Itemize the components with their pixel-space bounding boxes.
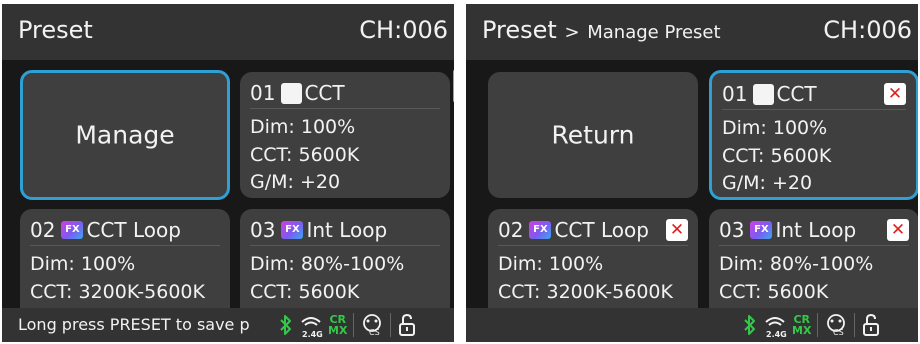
preset-name: Int Loop (306, 218, 388, 242)
preset-number: 02 (498, 218, 524, 242)
preset-card-header: 03 FX Int Loop (250, 215, 440, 246)
unlock-icon (861, 313, 881, 337)
preset-number: 01 (250, 81, 276, 105)
preset-cct: CCT: 5600K (719, 281, 829, 303)
manage-preset-screen: Preset > Manage Preset CH:006 Return 01 … (466, 4, 918, 342)
crmx-icon: CR MX (792, 313, 812, 337)
crmx-icon: CR MX (328, 313, 348, 337)
status-bar: 2.4G CR MX CS (466, 308, 918, 342)
svg-text:CS: CS (369, 328, 380, 337)
channel-indicator: CH:006 (823, 16, 912, 44)
bluetooth-icon (278, 313, 294, 337)
divider (353, 313, 355, 337)
delete-icon[interactable]: ✕ (884, 83, 906, 105)
wifi-2g4-icon: 2.4G (764, 313, 787, 339)
scrollbar[interactable] (453, 70, 454, 102)
white-swatch-icon (753, 83, 775, 105)
preset-card-header: 02 FX CCT Loop (30, 215, 220, 246)
wifi-2g4-icon: 2.4G (300, 313, 323, 339)
preset-card-header: 02 FX CCT Loop ✕ (498, 215, 688, 246)
divider (854, 313, 856, 337)
delete-icon[interactable]: ✕ (887, 219, 909, 241)
preset-gm: G/M: +20 (722, 172, 813, 194)
divider (390, 313, 392, 337)
dmx-icon: CS (824, 313, 848, 337)
preset-name: CCT (304, 81, 345, 105)
preset-name: CCT Loop (554, 218, 649, 242)
preset-number: 01 (722, 82, 748, 106)
save-hint-text: Long press PRESET to save p (18, 315, 250, 334)
preset-screen: Preset CH:006 Manage 01 CCT Dim: 100% CC… (2, 4, 454, 342)
preset-name: Int Loop (775, 218, 857, 242)
svg-text:CS: CS (833, 328, 844, 337)
preset-cct: CCT: 3200K-5600K (30, 281, 205, 303)
preset-name: CCT Loop (86, 218, 181, 242)
preset-dim: Dim: 80%-100% (719, 253, 874, 275)
breadcrumb-current: Manage Preset (587, 22, 721, 43)
channel-indicator: CH:006 (359, 16, 448, 44)
preset-dim: Dim: 100% (250, 116, 356, 138)
delete-icon[interactable]: ✕ (666, 219, 688, 241)
preset-dim: Dim: 80%-100% (250, 253, 405, 275)
white-swatch-icon (281, 82, 303, 104)
preset-number: 03 (250, 218, 276, 242)
fx-icon: FX (61, 221, 84, 239)
return-button[interactable]: Return (488, 72, 698, 198)
manage-button-label: Manage (75, 120, 175, 150)
preset-card-header: 01 CCT ✕ (722, 79, 906, 110)
divider (817, 313, 819, 337)
return-button-label: Return (551, 120, 635, 150)
preset-cct: CCT: 5600K (722, 145, 832, 167)
preset-card-header: 03 FX Int Loop ✕ (719, 215, 909, 246)
preset-cct: CCT: 5600K (250, 281, 360, 303)
page-title: Preset (18, 16, 93, 44)
fx-icon: FX (529, 221, 552, 239)
preset-cct: CCT: 5600K (250, 144, 360, 166)
breadcrumb-root: Preset (482, 16, 557, 44)
status-bar: Long press PRESET to save p 2.4G CR MX CS (2, 308, 454, 342)
breadcrumb-separator: > (564, 22, 580, 43)
status-icons: 2.4G CR MX CS (278, 308, 423, 342)
preset-card-01[interactable]: 01 CCT Dim: 100% CCT: 5600K G/M: +20 (240, 72, 450, 198)
preset-card-header: 01 CCT (250, 78, 440, 109)
bluetooth-icon (742, 313, 758, 337)
preset-gm: G/M: +20 (250, 171, 341, 193)
status-icons: 2.4G CR MX CS (742, 308, 887, 342)
preset-dim: Dim: 100% (722, 117, 828, 139)
fx-icon: FX (750, 221, 773, 239)
preset-dim: Dim: 100% (498, 253, 604, 275)
manage-button[interactable]: Manage (20, 70, 230, 200)
preset-name: CCT (776, 82, 817, 106)
unlock-icon (397, 313, 417, 337)
header-bar: Preset > Manage Preset CH:006 (466, 4, 918, 60)
header-bar: Preset CH:006 (2, 4, 454, 60)
preset-card-01[interactable]: 01 CCT ✕ Dim: 100% CCT: 5600K G/M: +20 (709, 70, 918, 200)
preset-dim: Dim: 100% (30, 253, 136, 275)
dmx-icon: CS (360, 313, 384, 337)
preset-number: 03 (719, 218, 745, 242)
page-title: Preset > Manage Preset (482, 16, 721, 44)
preset-cct: CCT: 3200K-5600K (498, 281, 673, 303)
fx-icon: FX (281, 221, 304, 239)
preset-number: 02 (30, 218, 56, 242)
